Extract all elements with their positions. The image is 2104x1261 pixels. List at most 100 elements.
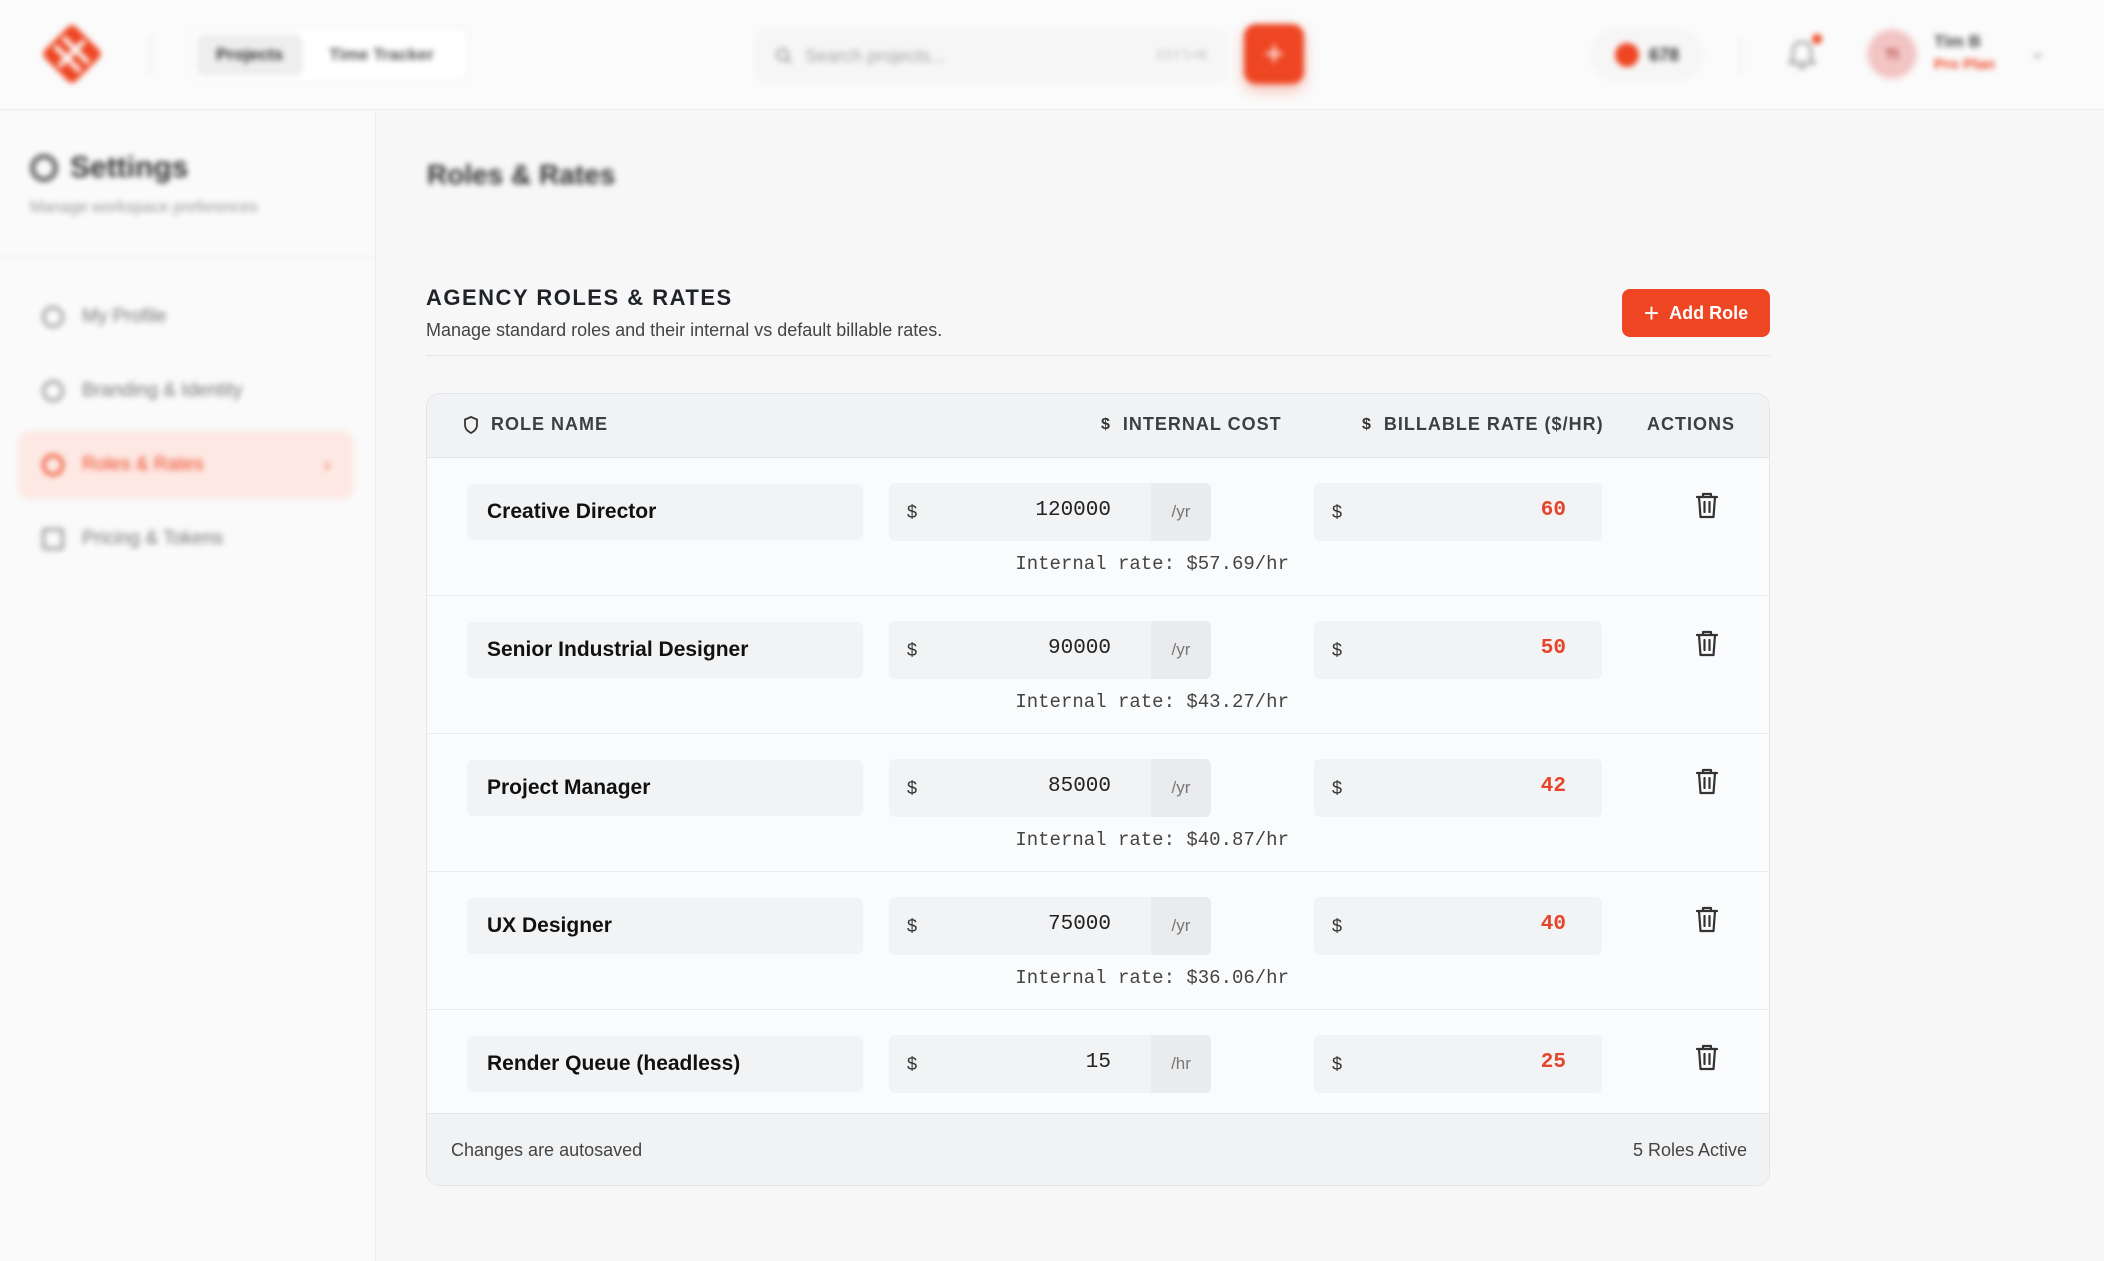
trash-icon[interactable] xyxy=(1693,1042,1721,1072)
internal-cost-value: 75000 xyxy=(1047,913,1111,936)
search-icon xyxy=(776,48,792,64)
sidebar-header: Settings Manage workspace preferences xyxy=(30,151,258,217)
table-row: Creative Director $ 120000 /yr Internal … xyxy=(427,458,1769,596)
role-name-input[interactable]: Project Manager xyxy=(467,760,863,816)
currency-symbol: $ xyxy=(1332,502,1343,522)
tab-projects[interactable]: Projects xyxy=(196,34,304,76)
sidebar-item-label: Pricing & Tokens xyxy=(82,528,224,549)
divider xyxy=(1740,35,1741,75)
notification-dot xyxy=(1812,34,1822,44)
internal-rate-text: Internal rate: $43.27/hr xyxy=(1015,691,1289,713)
header-label: ROLE NAME xyxy=(491,414,608,434)
currency-symbol: $ xyxy=(1332,778,1343,798)
sidebar-item-label: Roles & Rates xyxy=(82,454,204,475)
token-balance[interactable]: 678 xyxy=(1592,30,1702,80)
role-name-input[interactable]: Render Queue (headless) xyxy=(467,1036,863,1092)
billable-rate-input[interactable]: $ 25 xyxy=(1314,1035,1602,1093)
internal-cost-input[interactable]: $ 120000 /yr xyxy=(889,483,1211,541)
internal-cost-value: 85000 xyxy=(1047,775,1111,798)
dollar-icon: $ xyxy=(1362,415,1372,433)
internal-cost-value: 15 xyxy=(1085,1051,1111,1074)
currency-symbol: $ xyxy=(1332,640,1343,660)
shield-icon xyxy=(464,415,478,434)
divider xyxy=(150,35,151,75)
role-name-input[interactable]: Creative Director xyxy=(467,484,863,540)
table-row: UX Designer $ 75000 /yr Internal rate: $… xyxy=(427,872,1769,1010)
internal-cost-input[interactable]: $ 15 /hr xyxy=(889,1035,1211,1093)
cost-unit: /yr xyxy=(1151,621,1211,679)
sidebar-title-text: Settings xyxy=(70,151,189,184)
internal-cost-value: 120000 xyxy=(1035,499,1111,522)
internal-rate-text: Internal rate: $57.69/hr xyxy=(1015,553,1289,575)
app-logo[interactable] xyxy=(40,22,104,86)
sidebar-item-pricing[interactable]: Pricing & Tokens xyxy=(18,505,354,573)
section-title: AGENCY ROLES & RATES xyxy=(426,285,733,310)
sidebar-subtitle: Manage workspace preferences xyxy=(30,199,258,216)
sidebar-item-label: My Profile xyxy=(82,306,167,327)
avatar[interactable]: TI xyxy=(1866,28,1918,80)
billable-rate-value: 50 xyxy=(1540,637,1566,660)
user-plan: Pro Plan xyxy=(1934,56,1995,73)
page-title: Roles & Rates xyxy=(427,159,616,190)
table-row: Project Manager $ 85000 /yr Internal rat… xyxy=(427,734,1769,872)
trash-icon[interactable] xyxy=(1693,904,1721,934)
trash-icon[interactable] xyxy=(1693,628,1721,658)
settings-sidebar: Settings Manage workspace preferences My… xyxy=(0,111,376,1261)
cost-unit: /hr xyxy=(1151,1035,1211,1093)
sidebar-item-my-profile[interactable]: My Profile xyxy=(18,283,354,351)
main-header: Roles & Rates xyxy=(377,111,2104,241)
sidebar-item-branding[interactable]: Branding & Identity xyxy=(18,357,354,425)
table-header: ROLE NAME $ INTERNAL COST $ BILLABLE RAT… xyxy=(427,394,1769,458)
sidebar-item-roles-rates[interactable]: Roles & Rates › xyxy=(18,431,354,499)
dollar-icon: $ xyxy=(1101,415,1111,433)
currency-symbol: $ xyxy=(907,916,918,936)
role-name-input[interactable]: UX Designer xyxy=(467,898,863,954)
add-role-button[interactable]: + Add Role xyxy=(1622,289,1770,337)
billable-rate-value: 40 xyxy=(1540,913,1566,936)
billable-rate-input[interactable]: $ 60 xyxy=(1314,483,1602,541)
table-footer: Changes are autosaved 5 Roles Active xyxy=(427,1113,1769,1185)
quick-add-button[interactable]: + xyxy=(1244,24,1304,84)
token-count: 678 xyxy=(1648,44,1680,65)
cost-unit: /yr xyxy=(1151,483,1211,541)
billable-rate-value: 25 xyxy=(1540,1051,1566,1074)
currency-symbol: $ xyxy=(1332,1054,1343,1074)
token-icon xyxy=(1614,43,1639,67)
user-icon xyxy=(42,306,64,328)
autosave-status: Changes are autosaved xyxy=(451,1140,643,1160)
top-bar: Projects Time Tracker Search projects...… xyxy=(0,0,2104,110)
role-name-input[interactable]: Senior Industrial Designer xyxy=(467,622,863,678)
search-placeholder: Search projects... xyxy=(805,45,946,66)
billable-rate-input[interactable]: $ 50 xyxy=(1314,621,1602,679)
trash-icon[interactable] xyxy=(1693,490,1721,520)
internal-cost-input[interactable]: $ 75000 /yr xyxy=(889,897,1211,955)
header-label: ACTIONS xyxy=(1647,414,1735,434)
search-shortcut: Ctrl+K xyxy=(1156,48,1207,64)
billable-rate-input[interactable]: $ 42 xyxy=(1314,759,1602,817)
gear-icon xyxy=(30,154,58,182)
section-subtitle: Manage standard roles and their internal… xyxy=(426,320,943,340)
header-label: BILLABLE RATE ($/HR) xyxy=(1383,414,1604,434)
header-internal-cost: $ INTERNAL COST xyxy=(1101,414,1282,435)
header-role-name: ROLE NAME xyxy=(463,414,608,435)
tab-time-tracker[interactable]: Time Tracker xyxy=(309,34,454,76)
billable-rate-input[interactable]: $ 40 xyxy=(1314,897,1602,955)
internal-cost-input[interactable]: $ 90000 /yr xyxy=(889,621,1211,679)
avatar-initials: TI xyxy=(1885,45,1899,63)
currency-symbol: $ xyxy=(907,640,918,660)
card-icon xyxy=(42,528,64,550)
roles-count: 5 Roles Active xyxy=(1632,1140,1747,1160)
plus-icon: + xyxy=(1643,298,1660,328)
chevron-right-icon: › xyxy=(324,454,330,475)
trash-icon[interactable] xyxy=(1693,766,1721,796)
sidebar-title: Settings xyxy=(30,151,258,185)
user-name: Tim B xyxy=(1934,32,1981,51)
header-label: INTERNAL COST xyxy=(1122,414,1282,434)
search-input[interactable]: Search projects... Ctrl+K xyxy=(756,30,1226,82)
billable-rate-value: 60 xyxy=(1540,499,1566,522)
internal-cost-input[interactable]: $ 85000 /yr xyxy=(889,759,1211,817)
currency-symbol: $ xyxy=(907,778,918,798)
chevron-down-icon[interactable]: ⌄ xyxy=(2030,42,2045,63)
cost-unit: /yr xyxy=(1151,759,1211,817)
currency-symbol: $ xyxy=(1332,916,1343,936)
